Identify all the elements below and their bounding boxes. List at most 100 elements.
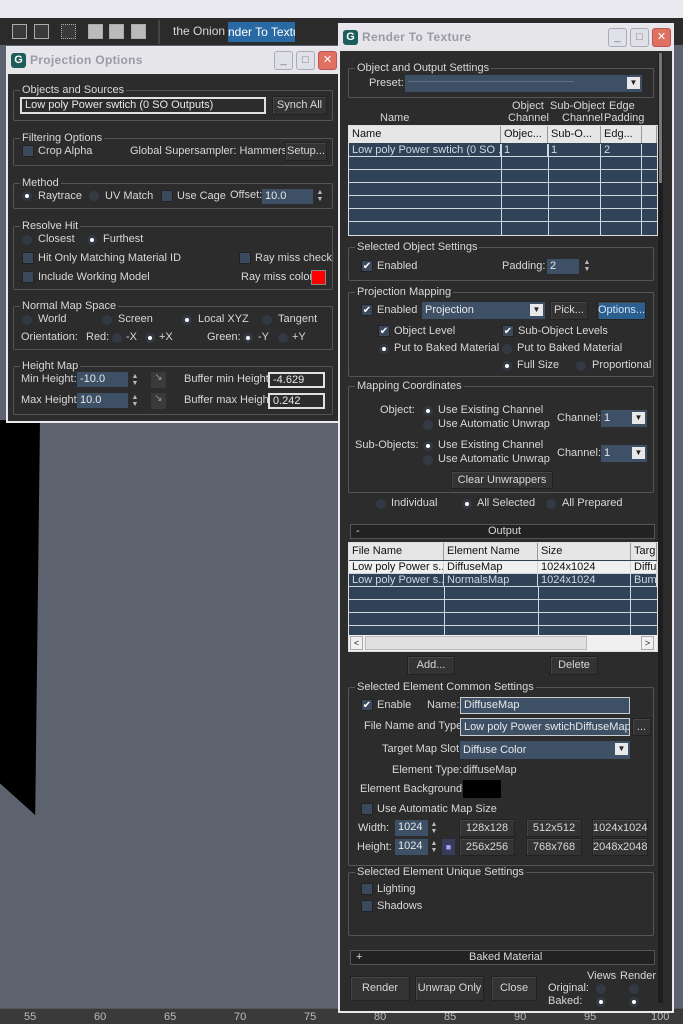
chevron-down-icon[interactable]: ▼	[632, 412, 645, 424]
output-row-selected[interactable]: Low poly Power s... DiffuseMap 1024x1024…	[349, 561, 657, 574]
object-use-auto-radio[interactable]	[423, 420, 433, 430]
target-slot-dropdown[interactable]: Diffuse Color ▼	[460, 741, 630, 759]
lighting-checkbox[interactable]	[361, 883, 373, 895]
red-neg-x-radio[interactable]	[112, 333, 122, 343]
browse-button[interactable]: ...	[632, 718, 651, 736]
synch-all-button[interactable]: Synch All	[272, 96, 327, 115]
object-use-existing-radio[interactable]	[423, 406, 433, 416]
tangent-radio[interactable]	[262, 315, 272, 325]
uv-match-radio[interactable]	[89, 191, 99, 201]
eyedropper-icon[interactable]: ↘	[151, 393, 166, 409]
source-object-field[interactable]: Low poly Power swtich (0 SO Outputs)	[20, 97, 266, 114]
padding-spinner[interactable]: ▲ ▼	[583, 259, 591, 273]
lock-icon[interactable]: ■	[442, 839, 455, 855]
table-header-object[interactable]: Objec...	[501, 126, 548, 143]
closest-radio[interactable]	[22, 235, 32, 245]
output-row[interactable]: Low poly Power s... NormalsMap 1024x1024…	[349, 574, 657, 587]
width-input[interactable]: 1024	[395, 820, 428, 836]
size-1024-button[interactable]: 1024x1024	[592, 819, 648, 837]
green-pos-y-radio[interactable]	[278, 333, 288, 343]
raytrace-radio[interactable]	[22, 191, 32, 201]
close-button[interactable]: ✕	[652, 28, 671, 47]
render-icon[interactable]	[131, 24, 146, 39]
sub-use-auto-radio[interactable]	[423, 455, 433, 465]
output-header-element[interactable]: Element Name	[444, 543, 538, 560]
output-header-size[interactable]: Size	[538, 543, 631, 560]
offset-spinner[interactable]: ▲ ▼	[316, 189, 324, 203]
render-baked-radio[interactable]	[629, 997, 639, 1007]
ray-miss-color-swatch[interactable]	[311, 270, 326, 285]
auto-map-size-checkbox[interactable]	[361, 803, 373, 815]
individual-radio[interactable]	[376, 499, 386, 509]
horizontal-scrollbar[interactable]: < >	[349, 635, 657, 651]
toolbar-tab-the-onion[interactable]: the Onion	[173, 25, 225, 38]
green-neg-y-radio[interactable]	[243, 333, 253, 343]
maximize-button[interactable]: □	[296, 51, 315, 70]
element-background-swatch[interactable]	[463, 780, 501, 798]
close-button[interactable]: ✕	[318, 51, 337, 70]
add-element-button[interactable]: Add...	[407, 656, 455, 675]
object-level-checkbox[interactable]: ✔	[378, 325, 390, 337]
vertical-scrollbar[interactable]	[658, 53, 663, 1003]
options-button[interactable]: Options...	[597, 301, 646, 320]
render-button[interactable]: Render	[350, 976, 410, 1001]
element-name-input[interactable]: DiffuseMap	[460, 697, 630, 714]
enabled-checkbox[interactable]: ✔	[361, 260, 373, 272]
delete-element-button[interactable]: Delete	[550, 656, 598, 675]
put-baked-sub-radio[interactable]	[502, 344, 512, 354]
min-height-input[interactable]: -10.0	[77, 372, 128, 387]
maximize-button[interactable]: □	[630, 28, 649, 47]
rendered-frame-icon[interactable]	[109, 24, 124, 39]
projection-enabled-checkbox[interactable]: ✔	[361, 304, 373, 316]
size-768-button[interactable]: 768x768	[526, 838, 582, 856]
use-cage-checkbox[interactable]	[161, 190, 173, 202]
output-header-target[interactable]: Targ	[631, 543, 657, 560]
scroll-right-icon[interactable]: >	[641, 636, 654, 650]
hit-only-matching-checkbox[interactable]	[22, 252, 34, 264]
schematic-icon[interactable]	[12, 24, 27, 39]
render-setup-icon[interactable]	[88, 24, 103, 39]
minimize-button[interactable]: _	[608, 28, 627, 47]
curve-icon[interactable]	[61, 24, 76, 39]
size-2048-button[interactable]: 2048x2048	[592, 838, 648, 856]
views-baked-radio[interactable]	[596, 997, 606, 1007]
pick-button[interactable]: Pick...	[550, 301, 588, 320]
crop-alpha-checkbox[interactable]	[22, 145, 34, 157]
table-header-name[interactable]: Name	[349, 126, 501, 143]
expand-icon[interactable]: +	[356, 951, 362, 964]
views-original-radio[interactable]	[596, 984, 606, 994]
proportional-radio[interactable]	[576, 361, 586, 371]
ray-miss-check-checkbox[interactable]	[239, 252, 251, 264]
width-spinner[interactable]: ▲ ▼	[430, 821, 438, 835]
screen-radio[interactable]	[102, 315, 112, 325]
height-input[interactable]: 1024	[395, 839, 428, 855]
table-header-sub[interactable]: Sub-O...	[548, 126, 601, 143]
file-name-input[interactable]: Low poly Power swtichDiffuseMap.tga	[460, 718, 630, 736]
preset-dropdown[interactable]: ----------------------------------------…	[405, 75, 642, 92]
red-pos-x-radio[interactable]	[145, 333, 155, 343]
scrollbar-thumb[interactable]	[659, 53, 662, 183]
put-baked-radio[interactable]	[379, 344, 389, 354]
shadows-checkbox[interactable]	[361, 900, 373, 912]
all-selected-radio[interactable]	[462, 499, 472, 509]
material-editor-icon[interactable]	[34, 24, 49, 39]
title-bar[interactable]: G Render To Texture _ □ ✕	[340, 25, 672, 51]
scrollbar-thumb[interactable]	[365, 636, 587, 650]
furthest-radio[interactable]	[87, 235, 97, 245]
size-256-button[interactable]: 256x256	[459, 838, 515, 856]
minimize-button[interactable]: _	[274, 51, 293, 70]
toolbar-tab-render-to-texture[interactable]: nder To Textu	[228, 22, 295, 42]
include-working-model-checkbox[interactable]	[22, 271, 34, 283]
size-512-button[interactable]: 512x512	[526, 819, 582, 837]
sub-channel-dropdown[interactable]: 1 ▼	[601, 445, 647, 462]
all-prepared-radio[interactable]	[546, 499, 556, 509]
full-size-radio[interactable]	[502, 361, 512, 371]
setup-button[interactable]: Setup...	[285, 142, 327, 161]
chevron-down-icon[interactable]: ▼	[530, 304, 543, 316]
projection-dropdown[interactable]: Projection ▼	[422, 302, 545, 319]
object-channel-dropdown[interactable]: 1 ▼	[601, 410, 647, 427]
collapse-icon[interactable]: -	[356, 525, 360, 538]
chevron-down-icon[interactable]: ▼	[615, 743, 628, 755]
render-original-radio[interactable]	[629, 984, 639, 994]
chevron-down-icon[interactable]: ▼	[632, 447, 645, 459]
